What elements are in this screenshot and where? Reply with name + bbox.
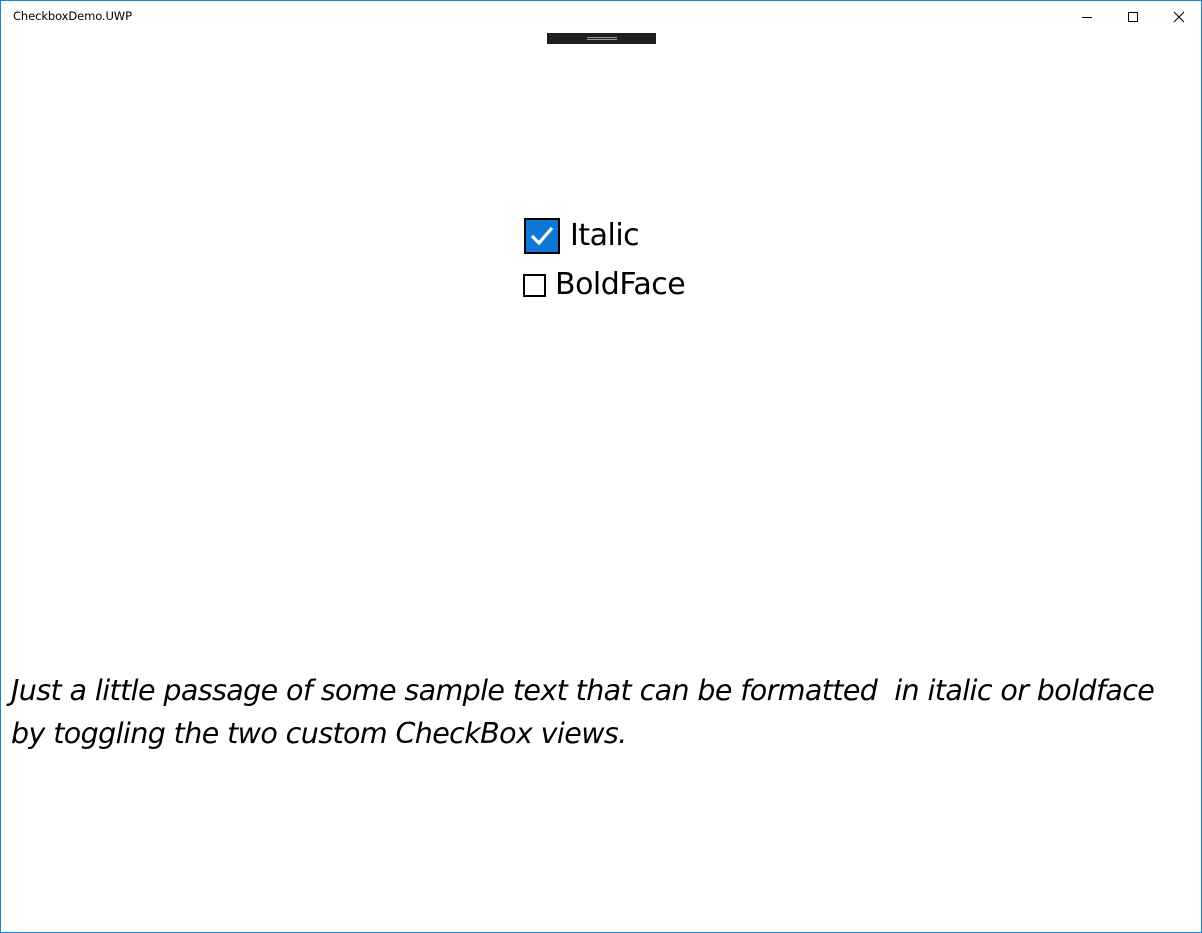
grip-icon bbox=[586, 37, 617, 40]
sample-passage: Just a little passage of some sample tex… bbox=[11, 669, 1196, 755]
minimize-button[interactable] bbox=[1064, 1, 1110, 33]
checkmark-icon bbox=[530, 226, 554, 246]
checkbox-italic-label: Italic bbox=[570, 218, 640, 253]
checkbox-italic-box[interactable] bbox=[524, 218, 560, 254]
close-button[interactable] bbox=[1156, 1, 1202, 33]
checkbox-boldface-box[interactable] bbox=[523, 273, 546, 297]
drag-handle[interactable] bbox=[547, 33, 656, 44]
minimize-icon bbox=[1082, 17, 1092, 18]
maximize-button[interactable] bbox=[1110, 1, 1156, 33]
maximize-icon bbox=[1128, 12, 1138, 22]
sample-passage-line2: by toggling the two custom CheckBox view… bbox=[11, 717, 627, 750]
checkbox-boldface-label: BoldFace bbox=[555, 267, 686, 302]
sample-passage-line1: Just a little passage of some sample tex… bbox=[11, 674, 1155, 707]
checkbox-boldface[interactable]: BoldFace bbox=[523, 267, 686, 303]
window-title: CheckboxDemo.UWP bbox=[13, 9, 132, 23]
app-window: CheckboxDemo.UWP Italic BoldFace Just a … bbox=[0, 0, 1202, 933]
checkbox-italic[interactable]: Italic bbox=[524, 217, 640, 255]
title-bar[interactable]: CheckboxDemo.UWP bbox=[1, 1, 1201, 33]
close-icon bbox=[1173, 11, 1185, 23]
